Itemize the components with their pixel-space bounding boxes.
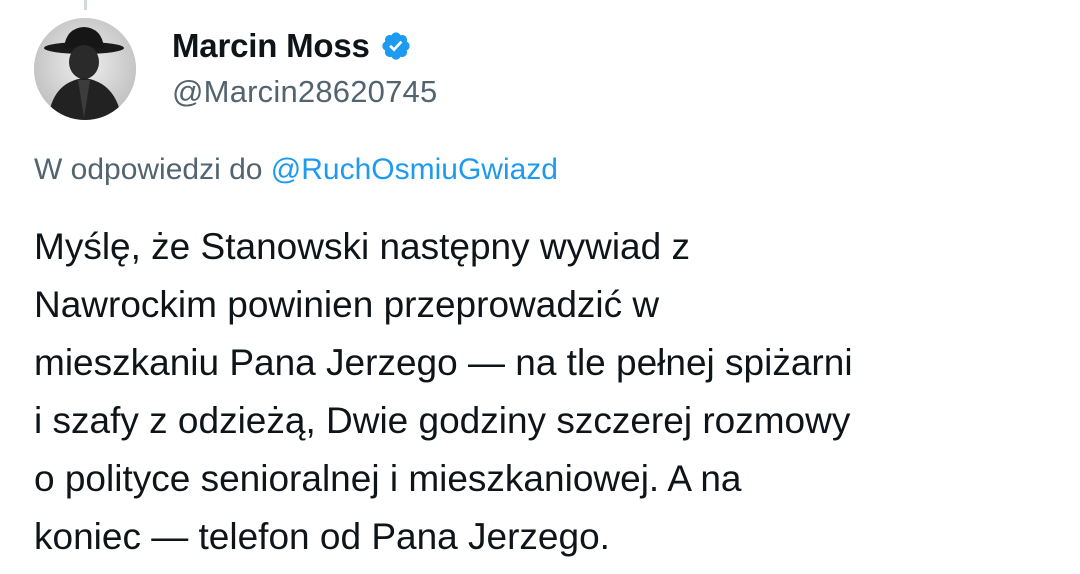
tweet-text-line: i szafy z odzieżą, Dwie godziny szczerej… (34, 400, 851, 441)
display-name[interactable]: Marcin Moss (172, 27, 370, 65)
tweet-card[interactable]: Marcin Moss @Marcin28620745 W odpowiedzi… (0, 0, 1080, 574)
name-row: Marcin Moss (172, 24, 437, 68)
tweet-text: Myślę, że Stanowski następny wywiad z Na… (34, 218, 1064, 566)
verified-badge-icon[interactable] (380, 30, 412, 62)
reply-context: W odpowiedzi do @RuchOsmiuGwiazd (34, 153, 558, 187)
user-handle[interactable]: @Marcin28620745 (172, 74, 437, 110)
avatar[interactable] (34, 18, 136, 120)
thread-connector (84, 0, 87, 10)
tweet-text-line: Myślę, że Stanowski następny wywiad z (34, 226, 690, 267)
author-block: Marcin Moss @Marcin28620745 (172, 24, 437, 110)
reply-prefix: W odpowiedzi do (34, 153, 271, 186)
tweet-text-line: o polityce senioralnej i mieszkaniowej. … (34, 458, 742, 499)
tweet-text-line: koniec — telefon od Pana Jerzego. (34, 516, 610, 557)
tweet-text-line: Nawrockim powinien przeprowadzić w (34, 284, 660, 325)
reply-mention-link[interactable]: @RuchOsmiuGwiazd (271, 153, 558, 186)
tweet-text-line: mieszkaniu Pana Jerzego — na tle pełnej … (34, 342, 853, 383)
avatar-silhouette-icon (34, 18, 136, 120)
